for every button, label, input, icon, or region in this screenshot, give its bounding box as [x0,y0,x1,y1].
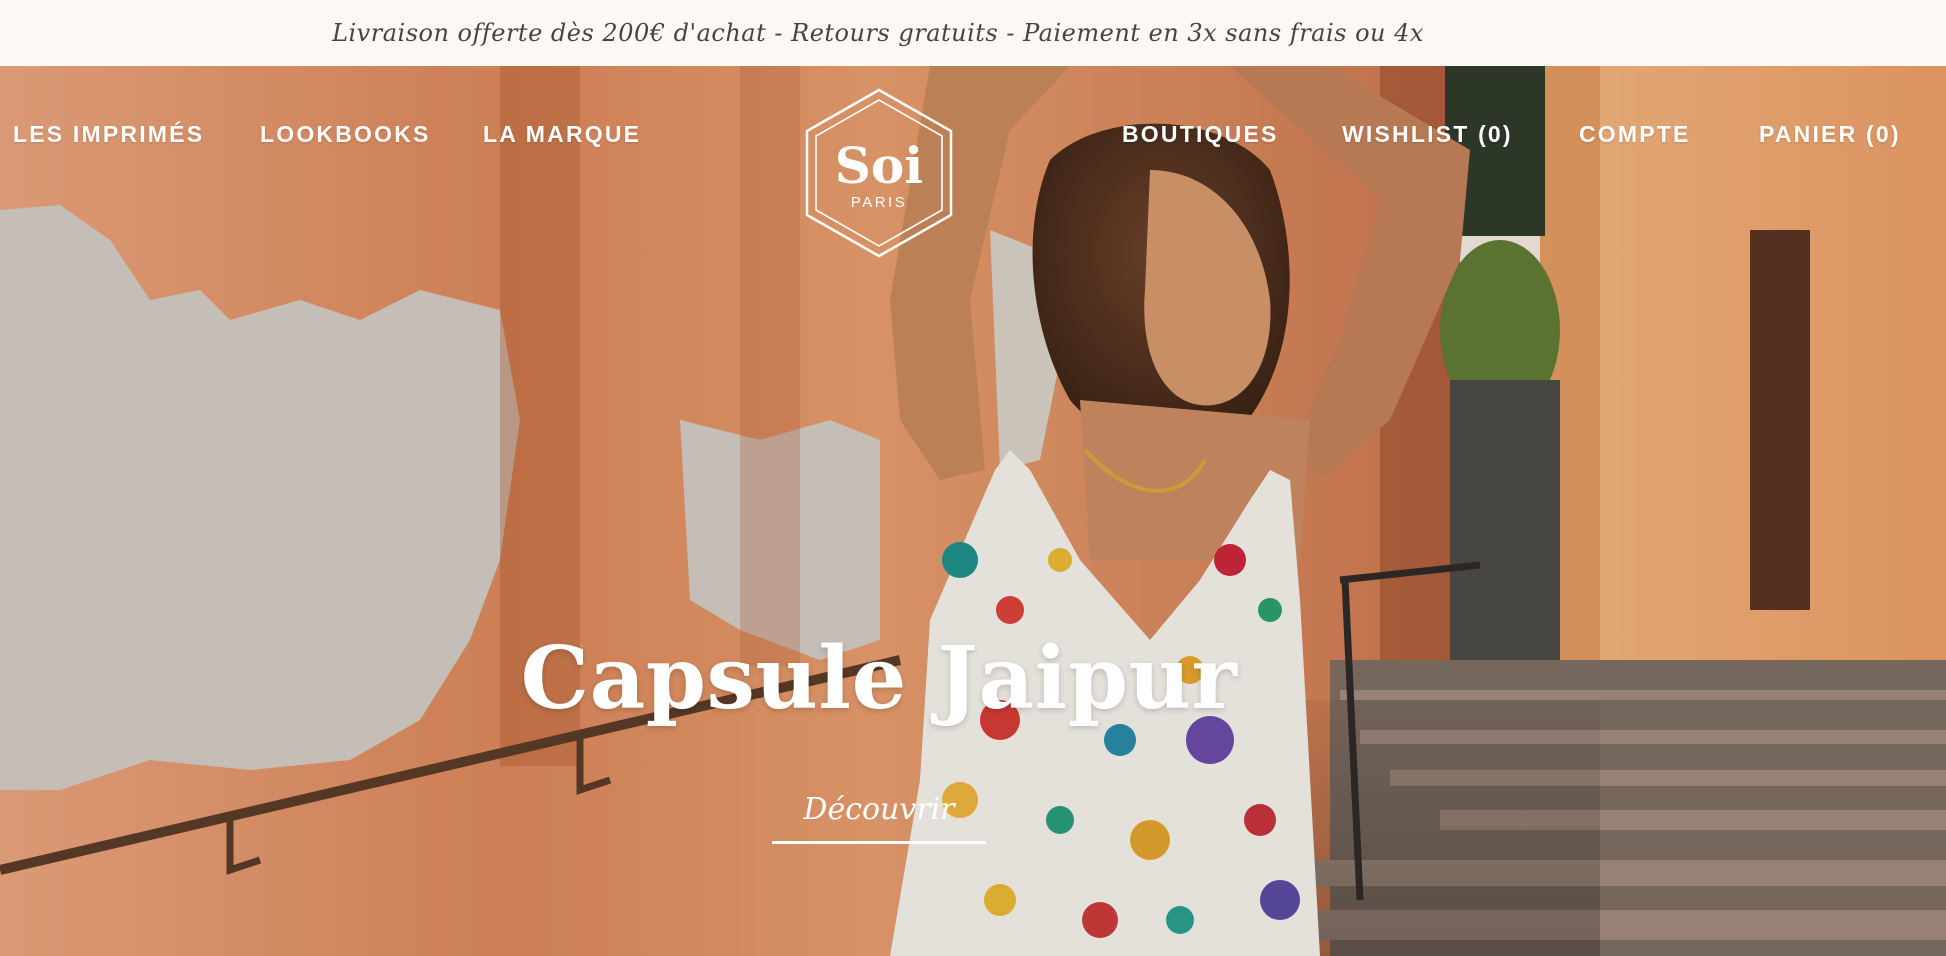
nav-link-boutiques[interactable]: BOUTIQUES [1122,121,1279,148]
nav-link-panier[interactable]: PANIER (0) [1759,121,1901,148]
logo-name: Soi [835,136,923,195]
announcement-text: Livraison offerte dès 200€ d'achat - Ret… [332,19,1424,47]
brand-logo[interactable]: Soi PARIS [800,86,958,260]
hero-title: Capsule Jaipur [520,628,1238,729]
nav-link-la-marque[interactable]: LA MARQUE [483,121,641,148]
nav-link-compte[interactable]: COMPTE [1579,121,1691,148]
announcement-bar: Livraison offerte dès 200€ d'achat - Ret… [0,0,1946,66]
discover-link[interactable]: Découvrir [772,788,986,844]
logo-subtitle: PARIS [851,194,907,211]
nav-link-wishlist[interactable]: WISHLIST (0) [1342,121,1513,148]
nav-link-imprimes[interactable]: LES IMPRIMÉS [13,121,204,148]
nav-link-lookbooks[interactable]: LOOKBOOKS [260,121,431,148]
